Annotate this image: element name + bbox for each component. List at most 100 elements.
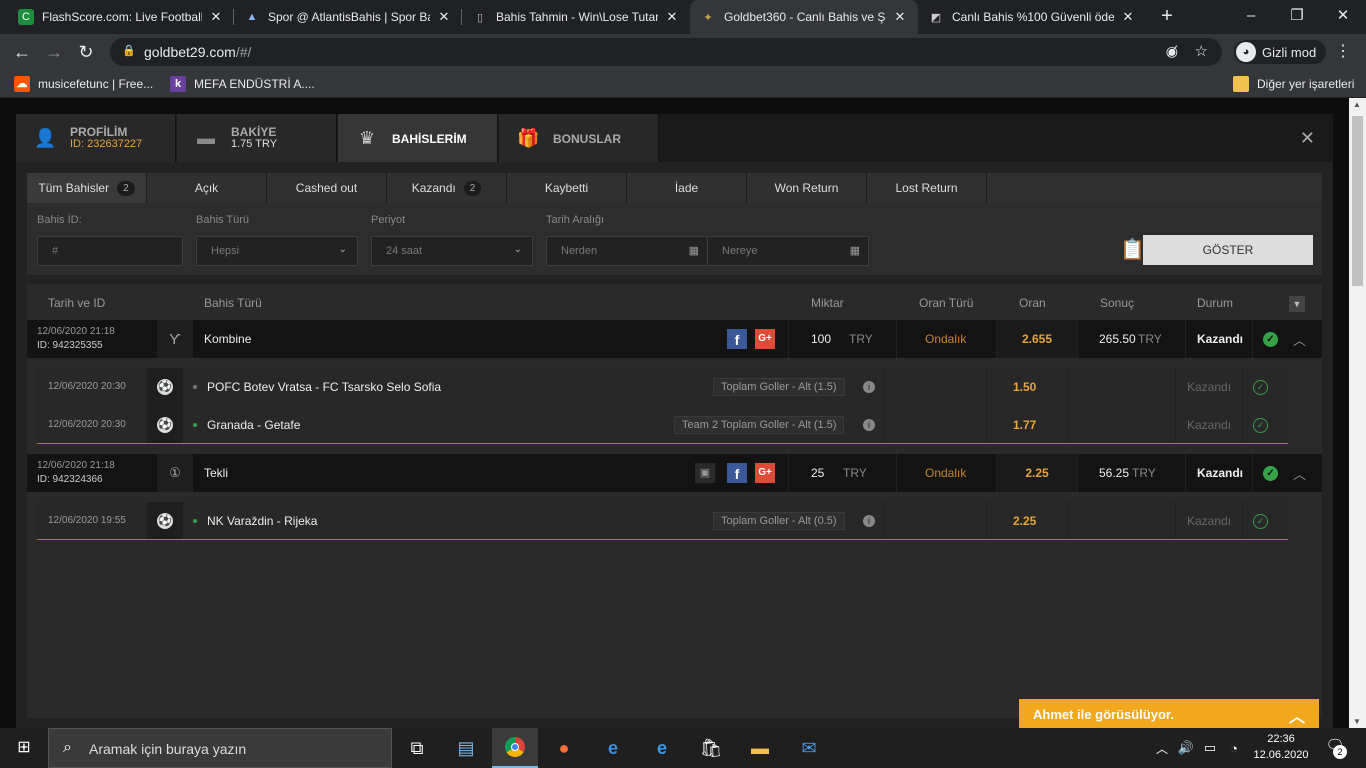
- task-view-icon[interactable]: ⧉: [394, 728, 440, 768]
- tab-open[interactable]: Açık: [147, 173, 267, 203]
- browser-tab-canli-bahis[interactable]: ◩ Canlı Bahis %100 Güvenli öden ✕: [918, 0, 1146, 34]
- bet-id: ID: 942325355: [37, 340, 103, 351]
- share-google-plus-icon[interactable]: G+: [755, 320, 775, 358]
- back-icon[interactable]: ←: [8, 39, 36, 67]
- combo-icon: Ƴ: [157, 320, 193, 358]
- page-scrollbar[interactable]: ▲ ▼: [1349, 98, 1366, 728]
- bet-type-select[interactable]: Hepsi ⌄: [196, 236, 358, 266]
- football-icon: ⚽: [147, 502, 183, 540]
- chevron-up-icon[interactable]: ︿: [1289, 703, 1305, 727]
- info-icon[interactable]: i: [863, 502, 875, 540]
- bet-id-label: Bahis İD:: [37, 214, 82, 226]
- taskbar-search[interactable]: ⌕ Aramak için buraya yazın: [48, 728, 392, 768]
- tab-won[interactable]: Kazandı 2: [387, 173, 507, 203]
- won-outline-check-icon: ✓: [1253, 368, 1268, 406]
- chevron-up-icon[interactable]: ︿: [1293, 320, 1306, 358]
- header-bet-type: Bahis Türü: [204, 296, 262, 310]
- tab-lost-return[interactable]: Lost Return: [867, 173, 987, 203]
- page-content: 👤 PROFİLİM ID: 232637227 ▬ BAKİYE 1.75 T…: [0, 98, 1366, 728]
- share-google-plus-icon[interactable]: G+: [755, 454, 775, 492]
- incognito-button[interactable]: ◕ Gizli mod: [1234, 40, 1327, 64]
- share-facebook-icon[interactable]: f: [727, 454, 747, 492]
- tab-balance[interactable]: ▬ BAKİYE 1.75 TRY: [177, 114, 337, 162]
- close-modal-icon[interactable]: ✕: [1300, 128, 1315, 149]
- battery-icon[interactable]: ▭: [1198, 728, 1222, 768]
- odds-type: Ondalık: [925, 466, 967, 480]
- tab-profile[interactable]: 👤 PROFİLİM ID: 232637227: [16, 114, 176, 162]
- tracking-blocked-icon[interactable]: ◉̸: [1166, 43, 1178, 60]
- bookmark-musicefetunc[interactable]: ☁ musicefetunc | Free...: [14, 76, 153, 92]
- goldbet-icon: ✦: [703, 11, 713, 24]
- reload-icon[interactable]: ↻: [72, 39, 100, 67]
- tray-chevron-icon[interactable]: ︿: [1150, 728, 1174, 768]
- mail-icon[interactable]: ✉: [786, 728, 832, 768]
- gift-icon[interactable]: ▣: [695, 454, 715, 492]
- tab-title: FlashScore.com: Live Football S: [42, 10, 202, 24]
- balance-value: 1.75 TRY: [231, 138, 278, 150]
- tab-cashed-out[interactable]: Cashed out: [267, 173, 387, 203]
- scroll-down-icon[interactable]: ▼: [1353, 717, 1361, 726]
- firefox-icon[interactable]: ●: [541, 728, 587, 768]
- show-button[interactable]: GÖSTER: [1143, 235, 1313, 265]
- tab-all-bets[interactable]: Tüm Bahisler 2: [27, 173, 147, 203]
- chrome-icon[interactable]: [492, 728, 538, 768]
- table-header: Tarih ve ID Bahis Türü Miktar Oran Türü …: [27, 284, 1322, 320]
- close-tab-icon[interactable]: ✕: [664, 9, 680, 25]
- collapse-all-icon[interactable]: ▼: [1289, 296, 1305, 312]
- browser-tab-flashscore[interactable]: C FlashScore.com: Live Football S ✕: [8, 0, 234, 34]
- scroll-up-icon[interactable]: ▲: [1353, 100, 1361, 109]
- bet-row[interactable]: 12/06/2020 21:18 ID: 942324366 ① Tekli ▣ …: [27, 454, 1322, 492]
- browser-tab-goldbet[interactable]: ✦ Goldbet360 - Canlı Bahis ve Şa ✕: [690, 0, 918, 34]
- bookmark-star-icon[interactable]: ☆: [1195, 42, 1208, 60]
- clipboard-icon[interactable]: 📋: [1120, 237, 1145, 262]
- internet-explorer-icon[interactable]: e: [590, 728, 636, 768]
- share-facebook-icon[interactable]: f: [727, 320, 747, 358]
- wifi-icon[interactable]: ◔: [1222, 728, 1246, 768]
- chevron-up-icon[interactable]: ︿: [1293, 454, 1306, 492]
- bets-table: Tarih ve ID Bahis Türü Miktar Oran Türü …: [27, 284, 1322, 718]
- flashscore-icon: C: [18, 9, 34, 25]
- bookmark-label: MEFA ENDÜSTRİ A....: [194, 77, 315, 91]
- date-from-input[interactable]: Nerden ▦: [546, 236, 708, 266]
- selection-odds: 2.25: [1013, 514, 1037, 528]
- browser-tab-atlantis[interactable]: ▲ Spor @ AtlantisBahis | Spor Ba ✕: [234, 0, 462, 34]
- bet-row[interactable]: 12/06/2020 21:18 ID: 942325355 Ƴ Kombine …: [27, 320, 1322, 358]
- bet-id-input[interactable]: #: [37, 236, 183, 266]
- tab-bonuses[interactable]: 🎁 BONUSLAR: [499, 114, 659, 162]
- period-select[interactable]: 24 saat ⌄: [371, 236, 533, 266]
- date-to-input[interactable]: Nereye ▦: [707, 236, 869, 266]
- close-tab-icon[interactable]: ✕: [1120, 9, 1136, 25]
- clock[interactable]: 22:36 12.06.2020: [1250, 731, 1312, 763]
- close-tab-icon[interactable]: ✕: [208, 9, 224, 25]
- close-tab-icon[interactable]: ✕: [892, 9, 908, 25]
- restore-icon[interactable]: ❐: [1274, 0, 1320, 34]
- scrollbar-thumb[interactable]: [1352, 116, 1363, 286]
- app-icon[interactable]: ▤: [443, 728, 489, 768]
- tab-my-bets[interactable]: ♛ BAHİSLERİM: [338, 114, 498, 162]
- info-icon[interactable]: i: [863, 368, 875, 406]
- forward-icon[interactable]: →: [40, 39, 68, 67]
- windows-start-icon[interactable]: ⊞: [0, 728, 48, 768]
- address-bar[interactable]: 🔒 goldbet29.com/#/ ◉̸ ☆: [110, 38, 1222, 66]
- close-window-icon[interactable]: ✕: [1320, 0, 1366, 34]
- url-text[interactable]: goldbet29.com/#/: [144, 44, 251, 60]
- tab-label: BAHİSLERİM: [392, 132, 467, 146]
- file-explorer-icon[interactable]: ▬: [737, 728, 783, 768]
- store-icon[interactable]: 🛍: [688, 728, 734, 768]
- info-icon[interactable]: i: [863, 406, 875, 444]
- notification-center-icon[interactable]: 🗨2: [1322, 736, 1348, 760]
- tab-won-return[interactable]: Won Return: [747, 173, 867, 203]
- tab-refund[interactable]: İade: [627, 173, 747, 203]
- volume-icon[interactable]: 🔊: [1174, 728, 1198, 768]
- close-tab-icon[interactable]: ✕: [436, 9, 452, 25]
- date-range-label: Tarih Aralığı: [546, 214, 605, 226]
- browser-menu-icon[interactable]: ⋮: [1335, 43, 1351, 61]
- live-chat-bar[interactable]: Ahmet ile görüsülüyor. ︿: [1019, 699, 1319, 729]
- minimize-icon[interactable]: –: [1228, 0, 1274, 34]
- other-bookmarks[interactable]: Diğer yer işaretleri: [1233, 76, 1354, 92]
- tab-lost[interactable]: Kaybetti: [507, 173, 627, 203]
- bookmark-mefa[interactable]: k MEFA ENDÜSTRİ A....: [170, 76, 315, 92]
- edge-icon[interactable]: e: [639, 728, 685, 768]
- browser-tab-bahis-tahmin[interactable]: ▯ Bahis Tahmin - Win\Lose Tutar ✕: [462, 0, 690, 34]
- new-tab-icon[interactable]: +: [1155, 5, 1179, 29]
